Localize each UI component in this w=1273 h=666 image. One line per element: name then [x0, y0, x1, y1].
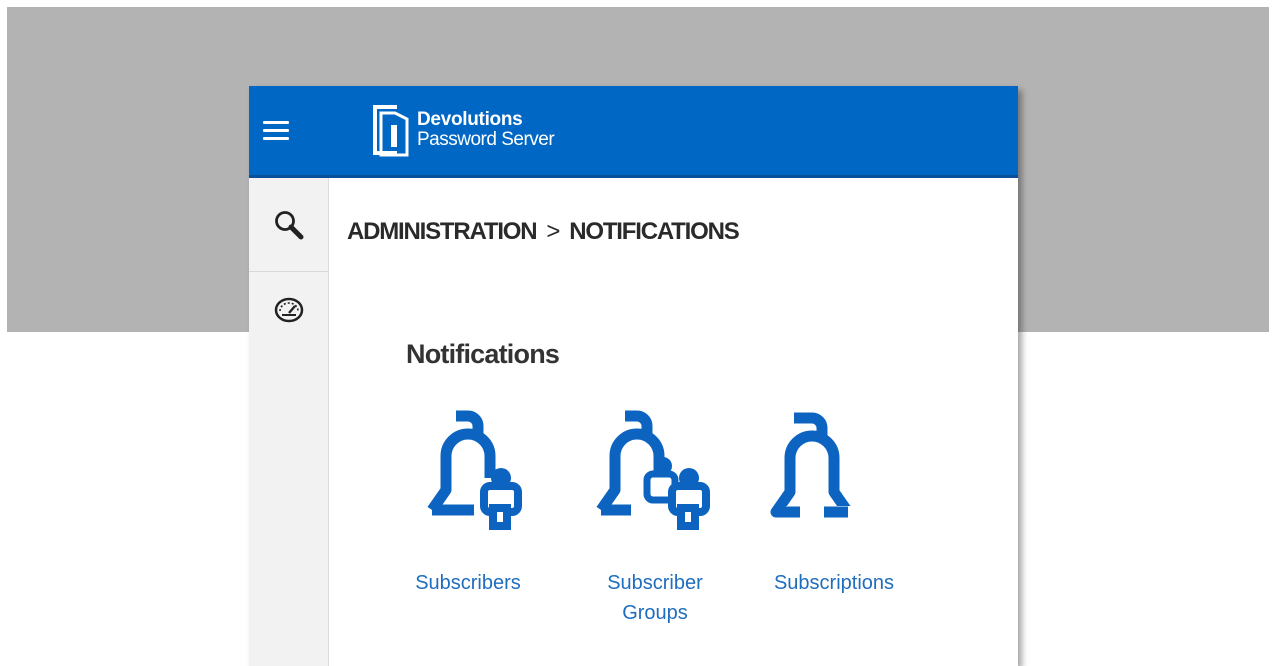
sidebar: [249, 178, 329, 666]
devolutions-logo-icon: [373, 105, 409, 157]
sidebar-search[interactable]: [249, 178, 329, 272]
hamburger-menu-icon[interactable]: [263, 121, 289, 143]
tile-label-subscriber-groups: Subscriber Groups: [607, 572, 703, 624]
breadcrumb-administration[interactable]: ADMINISTRATION: [347, 218, 538, 245]
bell-user-icon: [427, 410, 522, 530]
tile-subscribers[interactable]: Subscribers: [393, 402, 543, 598]
breadcrumb-separator: >: [546, 218, 560, 245]
breadcrumb-notifications: NOTIFICATIONS: [569, 218, 739, 245]
section-title: Notifications: [406, 339, 560, 369]
bell-icon: [770, 412, 860, 522]
tile-label-subscribers: Subscribers: [415, 572, 521, 594]
app-window: Devolutions Password Server ADMINISTRATI…: [249, 86, 1018, 666]
tile-subscriber-groups[interactable]: Subscriber Groups: [580, 402, 730, 628]
sidebar-item-dashboard[interactable]: [249, 290, 329, 330]
dashboard-icon: [274, 297, 304, 323]
bell-users-icon: [596, 410, 710, 530]
breadcrumb: ADMINISTRATION > NOTIFICATIONS: [347, 218, 740, 246]
top-navbar: Devolutions Password Server: [249, 86, 1018, 178]
sidebar-item-favorites-star[interactable]: [249, 453, 329, 493]
brand[interactable]: Devolutions Password Server: [369, 100, 555, 160]
tile-label-subscriptions: Subscriptions: [773, 572, 895, 594]
search-icon: [275, 210, 304, 239]
brand-product: Password Server: [417, 129, 555, 150]
tile-subscriptions[interactable]: Subscriptions: [759, 402, 909, 598]
brand-name: Devolutions: [417, 109, 523, 130]
